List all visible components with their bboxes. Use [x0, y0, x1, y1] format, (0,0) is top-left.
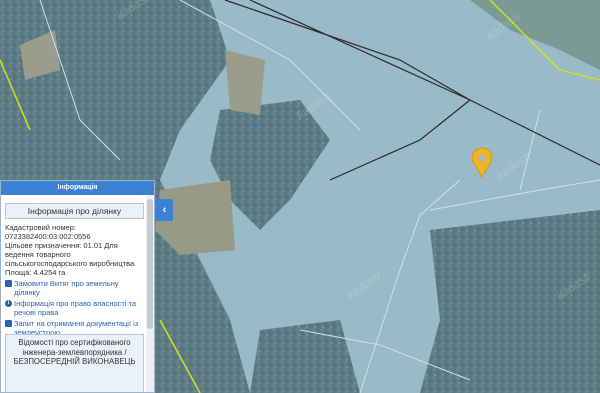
link-text: ділянку — [14, 288, 40, 297]
footer-line: інженера-землевпорядника / — [22, 347, 127, 357]
purpose-line: Цільове призначення: 01.01 Для — [5, 241, 118, 250]
footer-line: Відомості про сертифікованого — [18, 338, 131, 347]
panel-scrollbar[interactable] — [146, 195, 154, 392]
link-text: речові права — [14, 308, 59, 317]
collapse-panel-button[interactable]: ‹ — [156, 199, 173, 221]
info-icon: i — [5, 300, 12, 307]
link-text: Замовити Витяг про земельну — [14, 279, 119, 288]
purpose-line: сільськогосподарського виробництва — [5, 259, 135, 268]
section-title: Інформація про ділянку — [5, 203, 144, 219]
document-icon — [5, 320, 12, 327]
info-panel: Інформація Інформація про ділянку Кадаст… — [0, 180, 155, 393]
link-text: Інформація про право власності та — [14, 299, 137, 308]
chevron-left-icon: ‹ — [162, 204, 167, 216]
cadastral-label: Кадастровий номер: — [5, 223, 76, 232]
purpose-line: ведення товарного — [5, 250, 71, 259]
engineer-info-section: Відомості про сертифікованого інженера-з… — [5, 334, 144, 392]
footer-line: БЕЗПОСЕРЕДНІЙ ВИКОНАВЕЦЬ — [13, 357, 136, 366]
ownership-info-link[interactable]: i Інформація про право власності та речов… — [5, 299, 144, 317]
panel-header: Інформація — [1, 181, 154, 195]
cadastral-number: 0723382400:03:002:0556 — [5, 232, 91, 241]
order-extract-link[interactable]: Замовити Витяг про земельну ділянку — [5, 279, 144, 297]
scrollbar-thumb[interactable] — [147, 199, 153, 329]
area-value: Площа: 4.4254 га — [5, 268, 66, 277]
link-text: Запит на отримання документації із — [14, 319, 139, 328]
document-icon — [5, 280, 12, 287]
